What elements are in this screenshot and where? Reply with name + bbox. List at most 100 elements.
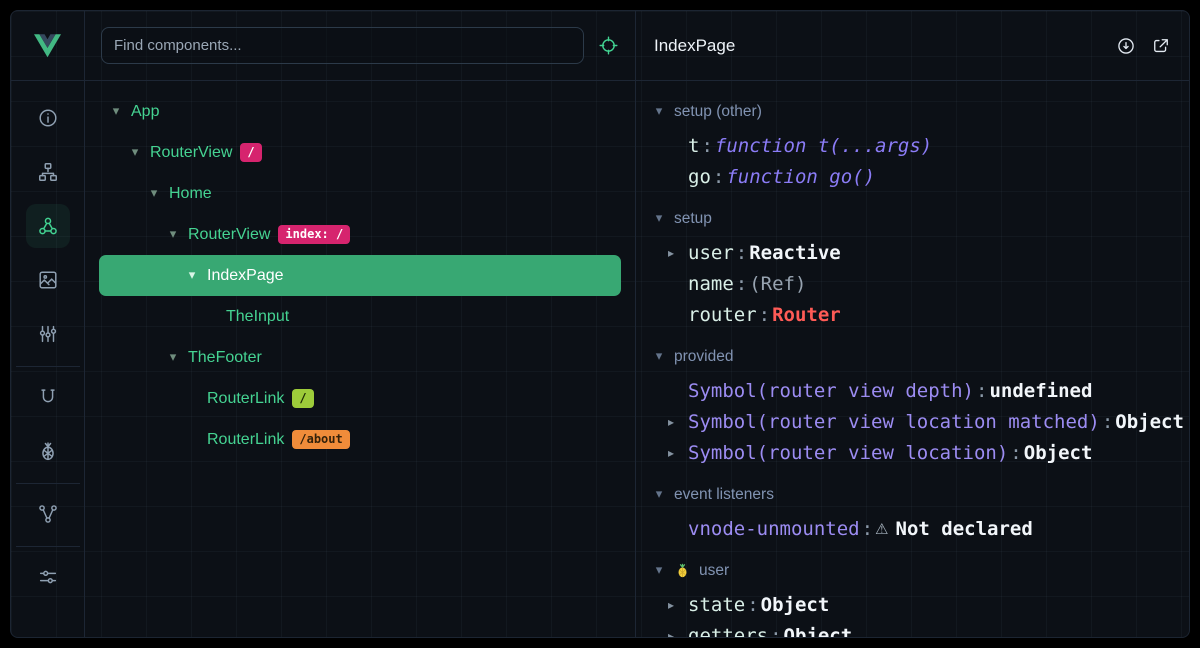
- component-tree-icon[interactable]: [26, 150, 70, 194]
- vue-logo[interactable]: [11, 11, 84, 81]
- caret-right-icon[interactable]: ▸: [668, 629, 688, 638]
- component-tree: ▾ App ▾ RouterView / ▾Home▾RouterViewindex: /…: [85, 81, 635, 637]
- section-label: setup (other): [674, 103, 762, 121]
- state-row-vnode-unmounted[interactable]: vnode-unmounted : ⚠ Not declared: [652, 513, 1189, 544]
- section-label: event listeners: [674, 486, 774, 504]
- caret-down-icon[interactable]: ▾: [109, 104, 123, 119]
- state-key: router: [688, 304, 757, 326]
- inspector-title: IndexPage: [654, 36, 1116, 56]
- state-value: function go(): [726, 166, 875, 188]
- pinia-icon[interactable]: [26, 429, 70, 473]
- tree-row-thefooter[interactable]: ▾ TheFooter: [99, 337, 621, 378]
- components-toolbar: [85, 11, 635, 81]
- state-value: (Ref): [749, 273, 806, 295]
- state-row-getters[interactable]: ▸getters : Object: [652, 620, 1189, 637]
- search-box: [101, 27, 584, 64]
- state-key: user: [688, 242, 734, 264]
- tree-row-app[interactable]: ▾ App: [99, 91, 621, 132]
- caret-down-icon: ▾: [652, 487, 666, 502]
- search-input[interactable]: [114, 37, 571, 54]
- key-value-separator: :: [770, 625, 781, 638]
- caret-right-icon[interactable]: ▸: [668, 246, 688, 260]
- component-name: RouterLink: [207, 431, 284, 449]
- state-row-symbol-router-view-location[interactable]: ▸Symbol(router view location) : Object: [652, 437, 1189, 468]
- component-name: RouterView: [150, 144, 232, 162]
- section-label: setup: [674, 210, 712, 228]
- scroll-to-component-icon[interactable]: [1116, 36, 1136, 56]
- component-name: App: [131, 103, 159, 121]
- tree-row-indexpage[interactable]: ▾IndexPage: [99, 255, 621, 296]
- key-value-separator: :: [701, 135, 712, 157]
- warning-icon: ⚠: [875, 520, 888, 538]
- state-sections: ▾ setup (other) t : function t(...args)go …: [636, 81, 1189, 637]
- state-row-t[interactable]: t : function t(...args): [652, 130, 1189, 161]
- state-row-symbol-router-view-location-matched[interactable]: ▸Symbol(router view location matched) : …: [652, 406, 1189, 437]
- caret-right-icon[interactable]: ▸: [668, 446, 688, 460]
- state-section-setup-other: ▾ setup (other) t : function t(...args)go …: [652, 93, 1189, 192]
- section-header-provided[interactable]: ▾provided: [652, 338, 1189, 375]
- state-row-go[interactable]: go : function go(): [652, 161, 1189, 192]
- state-row-symbol-router-view-depth[interactable]: Symbol(router view depth) : undefined: [652, 375, 1189, 406]
- component-name: TheFooter: [188, 349, 262, 367]
- state-key: vnode-unmounted: [688, 518, 860, 540]
- state-key: state: [688, 594, 745, 616]
- key-value-separator: :: [736, 242, 747, 264]
- hooks-icon[interactable]: [26, 375, 70, 419]
- state-value: undefined: [989, 380, 1092, 402]
- tree-row-theinput[interactable]: TheInput: [99, 296, 621, 337]
- pinia-store-icon: [674, 562, 691, 579]
- state-value: function t(...args): [715, 135, 932, 157]
- tree-row-routerview[interactable]: ▾RouterViewindex: /: [99, 214, 621, 255]
- components-inspector-icon[interactable]: [26, 204, 70, 248]
- tree-row-routerview[interactable]: ▾ RouterView /: [99, 132, 621, 173]
- caret-down-icon[interactable]: ▾: [128, 145, 142, 160]
- state-row-name[interactable]: name : (Ref): [652, 268, 1189, 299]
- section-header-setup-other[interactable]: ▾ setup (other): [652, 93, 1189, 130]
- caret-down-icon[interactable]: ▾: [166, 227, 180, 242]
- route-badge: /: [292, 389, 313, 408]
- caret-right-icon[interactable]: ▸: [668, 415, 688, 429]
- state-section-setup: ▾setup▸user : Reactivename : (Ref)router…: [652, 200, 1189, 330]
- state-value: Router: [772, 304, 841, 326]
- route-badge: /: [240, 143, 261, 162]
- tree-row-routerlink[interactable]: RouterLink/about: [99, 419, 621, 460]
- state-value: Object: [1115, 411, 1184, 433]
- inspector-panel: IndexPage ▾ setup (other) t : function t(.…: [636, 11, 1189, 637]
- state-key: Symbol(router view location): [688, 442, 1008, 464]
- key-value-separator: :: [736, 273, 747, 295]
- timeline-icon[interactable]: [26, 312, 70, 356]
- open-in-editor-icon[interactable]: [1151, 36, 1171, 56]
- state-value: Object: [784, 625, 853, 638]
- sidebar-icons: [11, 81, 84, 604]
- key-value-separator: :: [976, 380, 987, 402]
- select-component-target-icon[interactable]: [598, 35, 619, 56]
- state-row-user[interactable]: ▸user : Reactive: [652, 237, 1189, 268]
- graph-icon[interactable]: [26, 492, 70, 536]
- assets-icon[interactable]: [26, 258, 70, 302]
- component-name: TheInput: [226, 308, 289, 326]
- state-key: getters: [688, 625, 768, 638]
- section-header-event-listeners[interactable]: ▾ event listeners: [652, 476, 1189, 513]
- section-header-user[interactable]: ▾user: [652, 552, 1189, 589]
- info-icon[interactable]: [26, 96, 70, 140]
- caret-down-icon: ▾: [652, 104, 666, 119]
- state-row-state[interactable]: ▸state : Object: [652, 589, 1189, 620]
- caret-down-icon[interactable]: ▾: [147, 186, 161, 201]
- caret-down-icon[interactable]: ▾: [166, 350, 180, 365]
- section-label: user: [699, 562, 729, 580]
- state-key: name: [688, 273, 734, 295]
- caret-right-icon[interactable]: ▸: [668, 598, 688, 612]
- state-value: Not declared: [896, 518, 1033, 540]
- state-row-router[interactable]: router : Router: [652, 299, 1189, 330]
- tree-row-routerlink[interactable]: RouterLink/: [99, 378, 621, 419]
- tree-row-home[interactable]: ▾Home: [99, 173, 621, 214]
- route-badge: /about: [292, 430, 349, 449]
- caret-down-icon: ▾: [652, 211, 666, 226]
- caret-down-icon[interactable]: ▾: [185, 268, 199, 283]
- route-badge: index: /: [278, 225, 350, 244]
- key-value-separator: :: [862, 518, 873, 540]
- components-panel: ▾ App ▾ RouterView / ▾Home▾RouterViewindex: /…: [85, 11, 636, 637]
- section-header-setup[interactable]: ▾ setup: [652, 200, 1189, 237]
- state-value: Object: [761, 594, 830, 616]
- settings-icon[interactable]: [26, 555, 70, 599]
